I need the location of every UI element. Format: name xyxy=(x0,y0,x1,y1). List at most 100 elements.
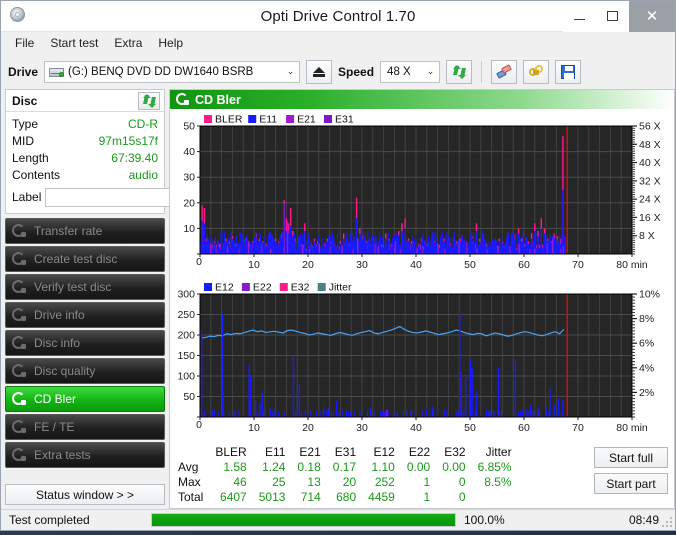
drive-select[interactable]: (G:) BENQ DVD DD DW1640 BSRB ⌄ xyxy=(44,60,301,83)
stats-col-e21: E21 xyxy=(299,445,321,459)
disc-icon xyxy=(8,6,28,26)
sidebar-item-disc-info[interactable]: Disc info xyxy=(5,330,165,356)
stats-cell: 5013 xyxy=(258,490,286,504)
window-controls: ✕ xyxy=(563,0,675,32)
stats-row-label: Total xyxy=(178,490,204,504)
disc-info-key: MID xyxy=(12,134,34,148)
disc-info-value: 67:39.40 xyxy=(111,151,158,165)
stats-col-e11: E11 xyxy=(264,445,286,459)
svg-text:50: 50 xyxy=(183,121,195,133)
status-message: Test completed xyxy=(9,513,90,527)
sidebar-item-verify-test-disc[interactable]: Verify test disc xyxy=(5,274,165,300)
table-row: Avg 1.58 1.24 0.18 0.17 1.10 0.00 0.00 6… xyxy=(176,460,518,475)
menu-item-help[interactable]: Help xyxy=(150,34,191,52)
svg-text:30: 30 xyxy=(356,259,368,271)
stats-cell: 6.85% xyxy=(477,460,512,474)
sidebar-item-label: Create test disc xyxy=(34,252,118,266)
svg-text:30: 30 xyxy=(183,172,195,184)
sidebar-item-label: CD Bler xyxy=(34,392,77,406)
cd-bler-chart: BLER E11 E21 E31 0 10 20 30 40 50 8 X 16 X 24 X 32 X 4… xyxy=(170,110,674,278)
resize-grip[interactable] xyxy=(662,517,672,527)
table-row: Total 6407 5013 714 680 4459 1 0 xyxy=(176,490,518,505)
svg-text:80 min: 80 min xyxy=(616,259,648,271)
stats-cell: 0.00 xyxy=(442,460,466,474)
svg-text:40: 40 xyxy=(410,259,422,271)
stats-col-jitter: Jitter xyxy=(485,445,512,459)
start-part-button[interactable]: Start part xyxy=(594,473,668,494)
stats-section: BLER E11 E21 E31 E12 E22 E32 Jitter Avg xyxy=(170,441,674,505)
status-window-button[interactable]: Status window > > xyxy=(5,484,165,505)
disc-label-caption: Label xyxy=(12,190,42,204)
erase-button[interactable] xyxy=(491,59,518,84)
svg-text:20: 20 xyxy=(183,197,195,209)
svg-text:60: 60 xyxy=(518,422,530,434)
charts-area: BLER E11 E21 E31 0 10 20 30 40 50 8 X 16 X 24 X 32 X 4… xyxy=(170,109,674,441)
speed-select[interactable]: 48 X ⌄ xyxy=(380,60,441,83)
menu-item-file[interactable]: File xyxy=(7,34,42,52)
tools-icon xyxy=(528,64,544,79)
save-button[interactable] xyxy=(555,59,582,84)
tools-button[interactable] xyxy=(523,59,550,84)
menu-item-extra[interactable]: Extra xyxy=(106,34,150,52)
stats-cell: 1 xyxy=(423,490,431,504)
sidebar-item-drive-info[interactable]: Drive info xyxy=(5,302,165,328)
disc-info-row-mid: MID 97m15s17f xyxy=(12,133,158,149)
svg-text:60: 60 xyxy=(518,259,530,271)
disc-info-key: Contents xyxy=(12,168,61,182)
chevron-down-icon: ⌄ xyxy=(426,66,435,76)
maximize-button[interactable] xyxy=(596,0,629,32)
svg-text:E12: E12 xyxy=(215,282,234,294)
sidebar-item-label: Verify test disc xyxy=(34,280,112,294)
drive-select-value: (G:) BENQ DVD DD DW1640 BSRB xyxy=(68,65,254,78)
svg-text:80 min: 80 min xyxy=(616,422,648,434)
disc-test-icon xyxy=(12,392,27,406)
content-header: CD Bler xyxy=(170,90,674,109)
sidebar-item-fe-te[interactable]: FE / TE xyxy=(5,414,165,440)
table-row: Max 46 25 13 20 252 1 0 8.5% xyxy=(176,475,518,490)
disc-test-icon xyxy=(12,308,27,322)
disc-test-icon xyxy=(12,252,27,266)
eject-button[interactable] xyxy=(306,59,333,84)
sidebar-item-create-test-disc[interactable]: Create test disc xyxy=(5,246,165,272)
chevron-down-icon: ⌄ xyxy=(286,66,295,76)
stats-corner xyxy=(176,445,209,460)
stats-col-e22: E22 xyxy=(408,445,431,459)
stats-cell: 0.18 xyxy=(297,460,321,474)
disc-info-row-length: Length 67:39.40 xyxy=(12,150,158,166)
svg-text:6%: 6% xyxy=(639,338,654,350)
svg-text:10: 10 xyxy=(248,422,260,434)
sidebar-item-transfer-rate[interactable]: Transfer rate xyxy=(5,218,165,244)
disc-info-value: 97m15s17f xyxy=(98,134,158,148)
content-panel: CD Bler BLER E11 E21 E31 0 10 20 30 40 50 8 X 16 X2… xyxy=(169,89,675,509)
title-bar: Opti Drive Control 1.70 ✕ xyxy=(1,0,675,32)
sidebar-item-label: Disc quality xyxy=(34,364,96,378)
stats-cell: 1.24 xyxy=(262,460,286,474)
stats-cell: 0 xyxy=(458,490,466,504)
disc-info-list: Type CD-R MID 97m15s17f Length 67:39.40 … xyxy=(6,112,248,213)
close-button[interactable]: ✕ xyxy=(629,0,675,32)
speed-select-value: 48 X xyxy=(387,65,411,78)
stats-row-label: Max xyxy=(178,475,201,489)
stats-row-label: Avg xyxy=(178,460,199,474)
svg-text:300: 300 xyxy=(177,289,195,301)
stats-cell: 20 xyxy=(342,475,357,489)
start-full-button[interactable]: Start full xyxy=(594,447,668,468)
refresh-button[interactable] xyxy=(446,59,473,84)
disc-info-key: Type xyxy=(12,117,39,131)
sidebar-item-extra-tests[interactable]: Extra tests xyxy=(5,442,165,468)
disc-info-value: CD-R xyxy=(128,117,158,131)
disc-refresh-button[interactable] xyxy=(138,91,160,110)
eraser-icon xyxy=(496,63,512,79)
menu-item-start-test[interactable]: Start test xyxy=(42,34,106,52)
stats-cell: 0.17 xyxy=(332,460,357,474)
stats-header-row: BLER E11 E21 E31 E12 E22 E32 Jitter xyxy=(176,445,518,460)
sidebar-item-cd-bler[interactable]: CD Bler xyxy=(5,386,165,412)
minimize-button[interactable] xyxy=(563,0,596,32)
sidebar-item-disc-quality[interactable]: Disc quality xyxy=(5,358,165,384)
svg-text:20: 20 xyxy=(302,259,314,271)
stats-col-e31: E31 xyxy=(334,445,357,459)
svg-text:70: 70 xyxy=(572,259,584,271)
svg-text:50: 50 xyxy=(464,259,476,271)
disc-info-row-type: Type CD-R xyxy=(12,116,158,132)
drive-toolbar: Drive (G:) BENQ DVD DD DW1640 BSRB ⌄ Spe… xyxy=(1,54,675,89)
